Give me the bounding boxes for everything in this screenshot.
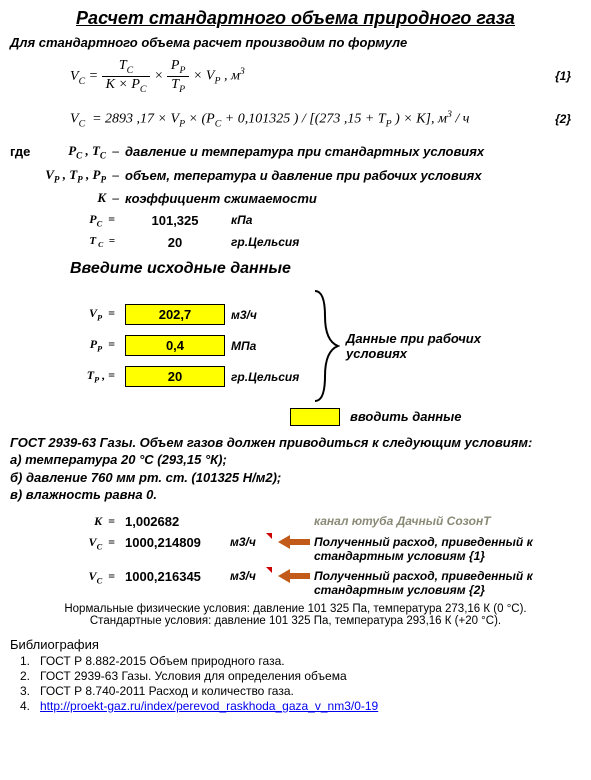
formula-1: VC = TC K × PC × PP TP × VP , м3 {1} xyxy=(70,58,581,95)
note-1: Нормальные физические условия: давление … xyxy=(10,603,581,615)
def-desc-3: коэффициент сжимаемости xyxy=(125,191,581,206)
vc2-unit: м3/ч xyxy=(230,569,274,583)
def-desc-2: объем, тепература и давление при рабочих… xyxy=(125,168,581,183)
vc1-desc: Полученный расход, приведенный к стандар… xyxy=(314,535,581,563)
formula-1-body: VC = TC K × PC × PP TP × VP , м3 xyxy=(70,58,245,95)
pp-unit: МПа xyxy=(225,339,305,353)
curly-bracket-icon xyxy=(310,286,340,406)
gost-line-2: а) температура 20 °С (293,15 °К); xyxy=(10,451,581,469)
vp-symbol: VP = xyxy=(10,306,125,322)
bib-row: 1. ГОСТ Р 8.882-2015 Объем природного га… xyxy=(10,654,581,668)
vc1-symbol: VC = xyxy=(10,535,125,551)
bib-num: 4. xyxy=(10,699,40,713)
notes: Нормальные физические условия: давление … xyxy=(10,603,581,627)
tp-unit: гр.Цельсия xyxy=(225,370,305,384)
pc-symbol: PC = xyxy=(10,212,125,228)
legend-row: вводить данные xyxy=(290,408,581,426)
legend-color-box xyxy=(290,408,340,426)
page-title: Расчет стандартного объема природного га… xyxy=(10,8,581,29)
def-sym-k: K – xyxy=(45,190,125,206)
gost-block: ГОСТ 2939-63 Газы. Объем газов должен пр… xyxy=(10,434,581,504)
bib-num: 3. xyxy=(10,684,40,698)
bib-row: 3. ГОСТ Р 8.740-2011 Расход и количество… xyxy=(10,684,581,698)
bib-text: ГОСТ Р 8.882-2015 Объем природного газа. xyxy=(40,654,581,668)
tc-value: 20 xyxy=(125,235,225,250)
note-2: Стандартные условия: давление 101 325 Па… xyxy=(10,615,581,627)
tp-input[interactable]: 20 xyxy=(125,366,225,387)
k-symbol: K = xyxy=(10,514,125,529)
bibliography-header: Библиография xyxy=(10,637,581,652)
pp-input[interactable]: 0,4 xyxy=(125,335,225,356)
arrow-left-icon xyxy=(274,535,314,549)
k-value: 1,002682 xyxy=(125,514,230,529)
where-label: где xyxy=(10,144,45,159)
input-header: Введите исходные данные xyxy=(70,260,581,278)
bib-link[interactable]: http://proekt-gaz.ru/index/perevod_raskh… xyxy=(40,699,581,713)
gost-line-1: ГОСТ 2939-63 Газы. Объем газов должен пр… xyxy=(10,434,581,452)
formula-2-body: VC = 2893 ,17 × VP × (PC + 0,101325 ) / … xyxy=(70,109,469,129)
vc2-desc: Полученный расход, приведенный к стандар… xyxy=(314,569,581,597)
def-sym-vp-tp-pp: VP , TP , PP – xyxy=(45,167,125,185)
bib-num: 1. xyxy=(10,654,40,668)
note-marker-icon xyxy=(266,567,272,573)
bracket-label: Данные при рабочих условиях xyxy=(340,331,510,361)
vp-input[interactable]: 202,7 xyxy=(125,304,225,325)
tc-symbol: T C = xyxy=(10,235,125,249)
input-area: VP = 202,7 м3/ч PP = 0,4 МПа TP , = 20 г… xyxy=(10,286,581,406)
gost-line-3: б) давление 760 мм рт. ст. (101325 Н/м2)… xyxy=(10,469,581,487)
bib-row: 2. ГОСТ 2939-63 Газы. Условия для опреде… xyxy=(10,669,581,683)
vp-unit: м3/ч xyxy=(225,308,305,322)
vc2-value: 1000,216345 xyxy=(125,569,230,584)
def-desc-1: давление и температура при стандартных у… xyxy=(125,144,581,159)
pc-value: 101,325 xyxy=(125,213,225,228)
bib-row: 4. http://proekt-gaz.ru/index/perevod_ra… xyxy=(10,699,581,713)
bib-text: ГОСТ 2939-63 Газы. Условия для определен… xyxy=(40,669,581,683)
channel-note: канал ютуба Дачный СозонТ xyxy=(314,514,581,528)
vc1-unit: м3/ч xyxy=(230,535,274,549)
note-marker-icon xyxy=(266,533,272,539)
formula-2-number: {2} xyxy=(555,112,581,126)
legend-text: вводить данные xyxy=(350,409,462,424)
subtitle: Для стандартного объема расчет производи… xyxy=(10,35,581,50)
vc2-symbol: VC = xyxy=(10,569,125,585)
tp-symbol: TP , = xyxy=(10,368,125,384)
formula-1-number: {1} xyxy=(555,69,581,83)
bib-num: 2. xyxy=(10,669,40,683)
pp-symbol: PP = xyxy=(10,337,125,353)
def-sym-pc-tc: PC , TC – xyxy=(45,143,125,161)
gost-line-4: в) влажность равна 0. xyxy=(10,486,581,504)
arrow-left-icon xyxy=(274,569,314,583)
bib-text: ГОСТ Р 8.740-2011 Расход и количество га… xyxy=(40,684,581,698)
tc-unit: гр.Цельсия xyxy=(225,235,305,249)
definitions: где PC , TC – давление и температура при… xyxy=(10,143,581,250)
vc1-value: 1000,214809 xyxy=(125,535,230,550)
formula-2: VC = 2893 ,17 × VP × (PC + 0,101325 ) / … xyxy=(70,109,581,129)
pc-unit: кПа xyxy=(225,213,305,227)
